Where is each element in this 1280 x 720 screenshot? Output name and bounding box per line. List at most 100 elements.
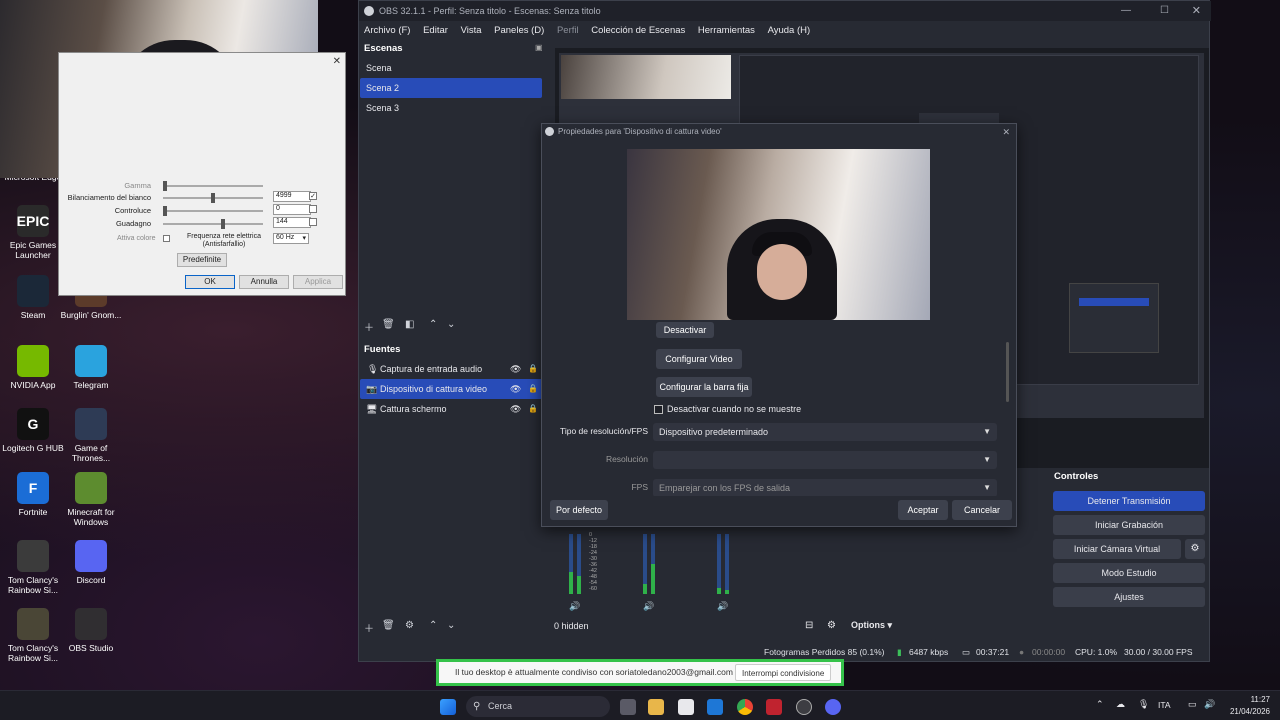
volume-icon[interactable]: 🔊 — [1204, 699, 1215, 710]
lock-icon[interactable]: 🔒 — [528, 399, 538, 419]
stop-sharing-button[interactable]: Interrompi condivisione — [735, 664, 832, 681]
start-icon[interactable] — [440, 699, 456, 715]
backlight-auto-checkbox[interactable] — [309, 205, 317, 213]
scene-item[interactable]: Scena — [360, 58, 542, 78]
configure-video-button[interactable]: Configurar Video — [656, 349, 742, 369]
lock-icon[interactable]: 🔒 — [528, 379, 538, 399]
move-down-icon[interactable]: ⌄ — [447, 620, 455, 631]
source-item-video-selected[interactable]: 📷 Dispositivo di cattura video 👁 🔒 — [360, 379, 542, 399]
speaker-icon[interactable]: 🔊 — [643, 601, 654, 612]
ok-button[interactable]: OK — [185, 275, 235, 289]
menu-herramientas[interactable]: Herramientas — [698, 25, 755, 36]
accept-button[interactable]: Aceptar — [898, 500, 948, 520]
desktop-icon[interactable]: Minecraft for Windows — [60, 472, 122, 527]
obs-taskbar-icon[interactable] — [796, 699, 812, 715]
gamma-slider[interactable] — [163, 181, 263, 191]
chrome-icon[interactable] — [737, 699, 753, 715]
menu-coleccion-escenas[interactable]: Colección de Escenas — [591, 25, 685, 36]
gear-icon[interactable]: ⚙ — [405, 620, 414, 631]
scene-item-selected[interactable]: Scena 2 — [360, 78, 542, 98]
resolution-select[interactable]: ▼ — [653, 451, 997, 469]
scene-item[interactable]: Scena 3 — [360, 98, 542, 118]
menu-archivo[interactable]: Archivo (F) — [364, 25, 410, 36]
close-icon[interactable]: ✕ — [1192, 1, 1201, 21]
white-balance-auto-checkbox[interactable]: ✓ — [309, 192, 317, 200]
filters-icon[interactable]: ◧ — [405, 319, 414, 330]
undock-icon[interactable]: ▣ — [535, 43, 543, 52]
desktop-icon[interactable]: Tom Clancy's Rainbow Si... — [2, 608, 64, 663]
configure-crossbar-button[interactable]: Configurar la barra fija — [656, 377, 752, 397]
store-icon[interactable] — [678, 699, 694, 715]
file-explorer-icon[interactable] — [648, 699, 664, 715]
desktop-icon[interactable]: Discord — [60, 540, 122, 585]
cancel-button[interactable]: Annulla — [239, 275, 289, 289]
layout-icon[interactable]: ⊟ — [805, 620, 813, 631]
close-icon[interactable]: ✕ — [333, 56, 341, 67]
auto-color-checkbox[interactable] — [163, 235, 170, 242]
clock[interactable]: 11:27 21/04/2026 — [1222, 694, 1270, 718]
menu-ayuda[interactable]: Ayuda (H) — [768, 25, 811, 36]
gain-auto-checkbox[interactable] — [309, 218, 317, 226]
maximize-icon[interactable]: ☐ — [1160, 1, 1169, 21]
deactivate-button[interactable]: Desactivar — [656, 322, 714, 338]
desktop-icon[interactable]: Tom Clancy's Rainbow Si... — [2, 540, 64, 595]
desktop-icon[interactable]: EPIC Epic Games Launcher — [2, 205, 64, 260]
minimize-icon[interactable]: — — [1121, 1, 1131, 21]
start-recording-button[interactable]: Iniciar Grabación — [1053, 515, 1205, 535]
speaker-icon[interactable]: 🔊 — [569, 601, 580, 612]
desktop-icon[interactable]: Telegram — [60, 345, 122, 390]
white-balance-value[interactable]: 4999 — [273, 191, 311, 202]
defaults-button[interactable]: Por defecto — [550, 500, 608, 520]
gain-value[interactable]: 144 — [273, 217, 311, 228]
eye-icon[interactable]: 👁 — [510, 399, 521, 419]
power-frequency-select[interactable]: 60 Hz ▾ — [273, 233, 309, 244]
move-up-icon[interactable]: ⌃ — [429, 620, 437, 631]
cancel-button[interactable]: Cancelar — [952, 500, 1012, 520]
chevron-up-icon[interactable]: ⌃ — [1096, 699, 1104, 710]
search-box[interactable]: ⚲ Cerca — [466, 696, 610, 717]
network-icon[interactable]: ▭ — [1188, 699, 1197, 710]
gear-icon[interactable]: ⚙ — [1185, 539, 1205, 559]
move-down-icon[interactable]: ⌄ — [447, 319, 455, 330]
game-icon[interactable] — [766, 699, 782, 715]
remove-source-icon[interactable]: 🗑 — [382, 620, 395, 631]
eye-icon[interactable]: 👁 — [510, 359, 521, 379]
desktop-icon[interactable]: Steam — [2, 275, 64, 320]
menu-editar[interactable]: Editar — [423, 25, 448, 36]
mail-icon[interactable] — [707, 699, 723, 715]
menu-perfil[interactable]: Perfil — [557, 25, 579, 36]
desktop-icon[interactable]: F Fortnite — [2, 472, 64, 517]
settings-button[interactable]: Ajustes — [1053, 587, 1205, 607]
fps-select[interactable]: Emparejar con los FPS de salida ▼ — [653, 479, 997, 496]
task-view-icon[interactable] — [620, 699, 636, 715]
close-icon[interactable]: ✕ — [1002, 124, 1010, 140]
start-virtual-camera-button[interactable]: Iniciar Cámara Virtual — [1053, 539, 1181, 559]
microphone-icon[interactable]: 🎙 — [1138, 699, 1149, 710]
eye-icon[interactable]: 👁 — [510, 379, 521, 399]
remove-scene-icon[interactable]: 🗑 — [382, 319, 395, 330]
white-balance-slider[interactable] — [163, 193, 263, 203]
desktop-icon[interactable]: NVIDIA App — [2, 345, 64, 390]
lock-icon[interactable]: 🔒 — [528, 359, 538, 379]
gain-slider[interactable] — [163, 219, 263, 229]
language-indicator[interactable]: ITA — [1158, 700, 1171, 710]
speaker-icon[interactable]: 🔊 — [717, 601, 728, 612]
desktop-icon[interactable]: Game of Thrones... — [60, 408, 122, 463]
cloud-icon[interactable]: ☁ — [1116, 699, 1125, 710]
mixer-options-button[interactable]: Options ▾ — [851, 620, 892, 631]
stop-stream-button[interactable]: Detener Transmisión — [1053, 491, 1205, 511]
desktop-icon[interactable]: G Logitech G HUB — [2, 408, 64, 453]
properties-scrollbar[interactable] — [1006, 342, 1009, 402]
backlight-slider[interactable] — [163, 206, 263, 216]
add-scene-icon[interactable]: ＋ — [364, 319, 374, 334]
menu-vista[interactable]: Vista — [461, 25, 482, 36]
move-up-icon[interactable]: ⌃ — [429, 319, 437, 330]
deactivate-hidden-checkbox[interactable] — [654, 405, 663, 414]
add-source-icon[interactable]: ＋ — [364, 620, 374, 635]
discord-taskbar-icon[interactable] — [825, 699, 841, 715]
studio-mode-button[interactable]: Modo Estudio — [1053, 563, 1205, 583]
desktop-icon[interactable]: OBS Studio — [60, 608, 122, 653]
backlight-value[interactable]: 0 — [273, 204, 311, 215]
apply-button[interactable]: Applica — [293, 275, 343, 289]
gear-icon[interactable]: ⚙ — [827, 620, 836, 631]
